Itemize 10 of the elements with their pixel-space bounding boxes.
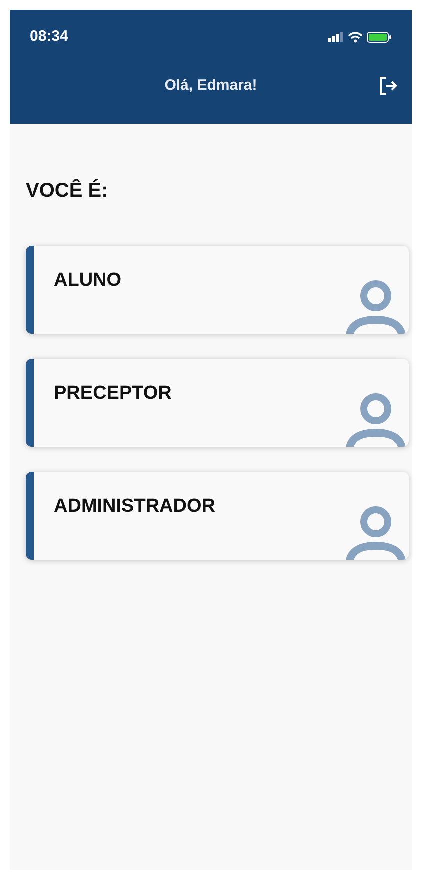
role-card[interactable]: PRECEPTOR bbox=[26, 359, 409, 447]
header-title: Olá, Edmara! bbox=[164, 76, 258, 96]
role-card[interactable]: ADMINISTRADOR bbox=[26, 472, 409, 560]
page-heading: VOCÊ É: bbox=[26, 178, 110, 204]
battery-icon bbox=[367, 32, 392, 43]
role-card[interactable]: ALUNO bbox=[26, 246, 409, 334]
signal-icon bbox=[328, 32, 344, 42]
wifi-icon bbox=[348, 32, 363, 43]
logout-icon bbox=[378, 76, 398, 96]
status-time: 08:34 bbox=[30, 27, 68, 47]
